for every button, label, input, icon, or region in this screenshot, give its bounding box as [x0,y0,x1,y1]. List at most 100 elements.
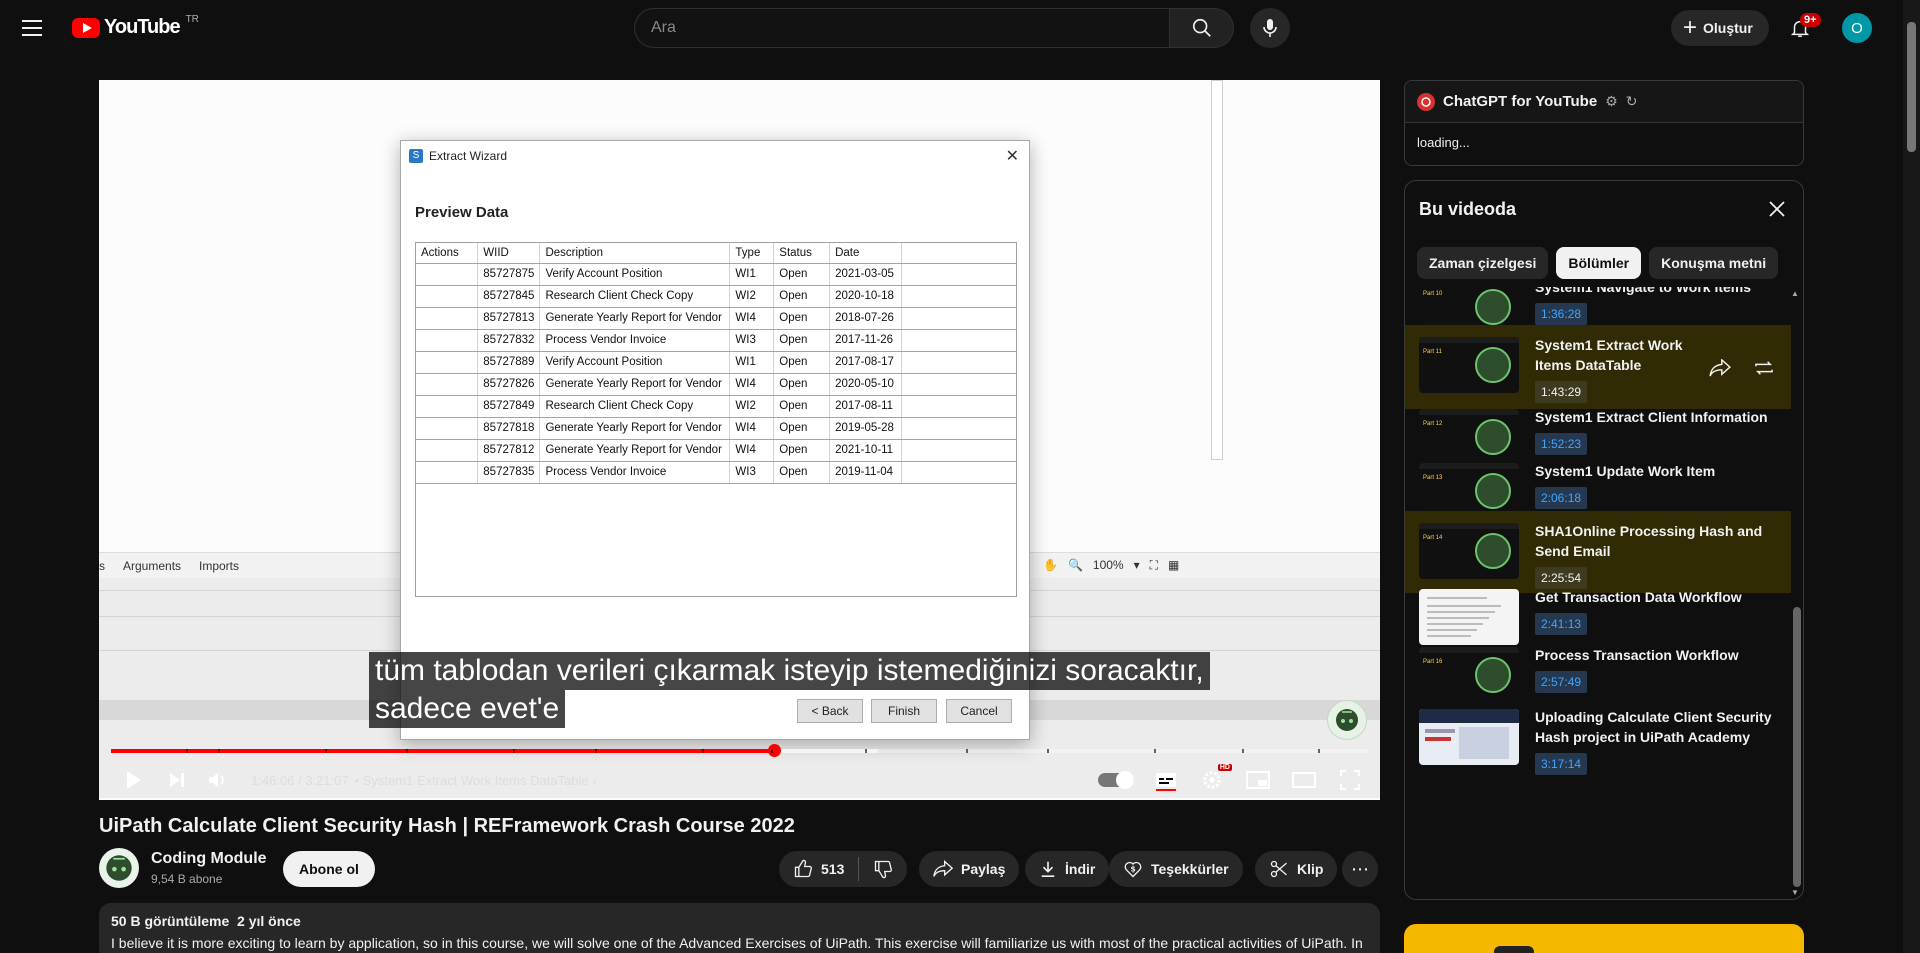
scroll-down-icon[interactable]: ▼ [1791,888,1799,897]
like-button[interactable]: 513 [779,851,858,887]
table-header-row: Actions WIID Description Type Status Dat… [416,243,1016,264]
chapter-item[interactable]: Part 11 System1 Extract Work Items DataTa… [1405,325,1791,409]
view-count: 50 B görüntüleme [111,913,230,929]
dropdown-icon: ▾ [1133,558,1140,572]
table-cell: Open [773,351,831,374]
promo-card[interactable] [1404,924,1804,953]
table-cell: Generate Yearly Report for Vendor [539,417,731,440]
volume-button[interactable] [197,760,237,800]
fullscreen-icon [1340,770,1360,790]
studio-zoom-value: 100% [1092,558,1124,572]
share-icon[interactable] [1709,359,1731,377]
extract-wizard-dialog: S Extract Wizard ✕ Preview Data Actions … [400,140,1030,740]
settings-icon[interactable]: ⚙ [1605,93,1618,110]
page-scroll-thumb[interactable] [1907,22,1916,152]
col-empty [901,243,1016,264]
fullscreen-button[interactable] [1336,760,1364,800]
more-actions-button[interactable]: ⋯ [1342,851,1378,887]
chapter-timestamp[interactable]: 2:06:18 [1535,487,1588,509]
share-label: Paylaş [961,861,1006,877]
chapter-marker [1242,749,1245,753]
chapter-timestamp[interactable]: 2:41:13 [1535,613,1588,635]
tab-transcript[interactable]: Konuşma metni [1649,247,1779,279]
table-cell: Generate Yearly Report for Vendor [539,373,731,396]
youtube-play-icon [72,17,100,38]
progress-bar[interactable] [111,744,1368,757]
settings-button[interactable]: HD [1198,760,1232,800]
video-title: UiPath Calculate Client Security Hash | … [99,815,795,837]
channel-name[interactable]: Coding Module [151,850,267,868]
table-cell: 2017-11-26 [829,329,903,352]
chapters-panel-title: Bu videoda [1419,199,1517,219]
voice-search-button[interactable] [1250,8,1290,48]
robot-logo-icon [1475,473,1511,509]
description-box[interactable]: 50 B görüntüleme 2 yıl önce I believe it… [99,903,1380,953]
youtube-logo[interactable]: YouTube TR [72,14,199,39]
search-button[interactable] [1170,8,1234,48]
robot-logo-icon [106,855,132,881]
scroll-up-icon[interactable]: ▲ [1791,289,1799,298]
chapter-item[interactable]: Uploading Calculate Client Security Hash… [1405,701,1791,775]
top-header: YouTube TR + Oluştur 9+ O [0,0,1920,56]
chapters-scroll-thumb[interactable] [1793,607,1801,887]
chapter-timestamp[interactable]: 2:57:49 [1535,671,1588,693]
chapter-thumbnail: Part 16 [1419,647,1519,703]
table-cell: Open [773,395,831,418]
page-scrollbar[interactable] [1903,0,1920,953]
loop-icon[interactable] [1753,359,1775,377]
chapter-timestamp[interactable]: 1:43:29 [1535,381,1588,403]
subscribe-button[interactable]: Abone ol [283,851,375,887]
video-player[interactable]: s Arguments Imports ✋ 🔍 100% ▾ ⛶ ▦ S Ext… [99,80,1380,800]
download-button[interactable]: İndir [1025,851,1110,887]
table-cell: WI4 [729,417,775,440]
channel-watermark[interactable] [1327,700,1367,740]
tab-chapters[interactable]: Bölümler [1556,247,1642,279]
upload-age: 2 yıl önce [237,913,301,929]
chapter-name: Uploading Calculate Client Security Hash… [1535,709,1772,745]
search-input[interactable] [634,8,1170,48]
table-cell [416,395,479,418]
subtitles-icon [1156,773,1176,791]
search-bar [634,8,1234,48]
chapter-item[interactable]: Part 16 Process Transaction Workflow 2:57:… [1405,639,1791,709]
share-button[interactable]: Paylaş [919,851,1020,887]
chapter-title-button[interactable]: • System1 Extract Work Items DataTable › [355,773,597,788]
table-cell: 2017-08-17 [829,351,903,374]
subtitles-button[interactable] [1152,760,1180,800]
chapter-timestamp[interactable]: 1:36:28 [1535,303,1588,325]
autoplay-toggle[interactable] [1098,771,1134,789]
table-cell [416,417,479,440]
chatgpt-extension-panel: ChatGPT for YouTube ⚙ ↻ loading... [1404,80,1804,166]
table-row: 85727826 Generate Yearly Report for Vendo… [416,373,1016,396]
channel-avatar[interactable] [99,848,139,888]
table-cell [416,439,479,462]
miniplayer-button[interactable] [1244,760,1272,800]
next-icon [170,773,184,787]
clip-button[interactable]: Klip [1255,851,1338,887]
table-cell: WI1 [729,263,775,286]
chapter-timestamp[interactable]: 3:17:14 [1535,753,1588,775]
gear-icon [1203,771,1221,789]
chatgpt-title: ChatGPT for YouTube [1443,93,1598,110]
chapter-marker [865,749,868,753]
play-button[interactable] [111,760,157,800]
table-cell: 85727835 [477,461,541,484]
chapter-timestamp[interactable]: 1:52:23 [1535,433,1588,455]
refresh-icon[interactable]: ↻ [1626,93,1638,110]
theater-mode-button[interactable] [1290,760,1318,800]
account-avatar[interactable]: O [1842,13,1872,43]
close-panel-button[interactable] [1763,195,1791,223]
robot-logo-icon [1475,419,1511,455]
menu-icon[interactable] [22,15,50,41]
table-cell: 2020-10-18 [829,285,903,308]
dialog-titlebar: S Extract Wizard [401,141,1029,171]
robot-logo-icon [1475,533,1511,569]
thanks-button[interactable]: $ Teşekkürler [1109,851,1243,887]
table-cell [416,461,479,484]
chapters-scrollbar[interactable]: ▲ ▼ [1791,287,1801,899]
create-button[interactable]: + Oluştur [1671,10,1769,46]
dislike-button[interactable] [859,851,907,887]
heart-dollar-icon: $ [1124,861,1142,878]
tab-timeline[interactable]: Zaman çizelgesi [1417,247,1549,279]
next-button[interactable] [157,760,197,800]
